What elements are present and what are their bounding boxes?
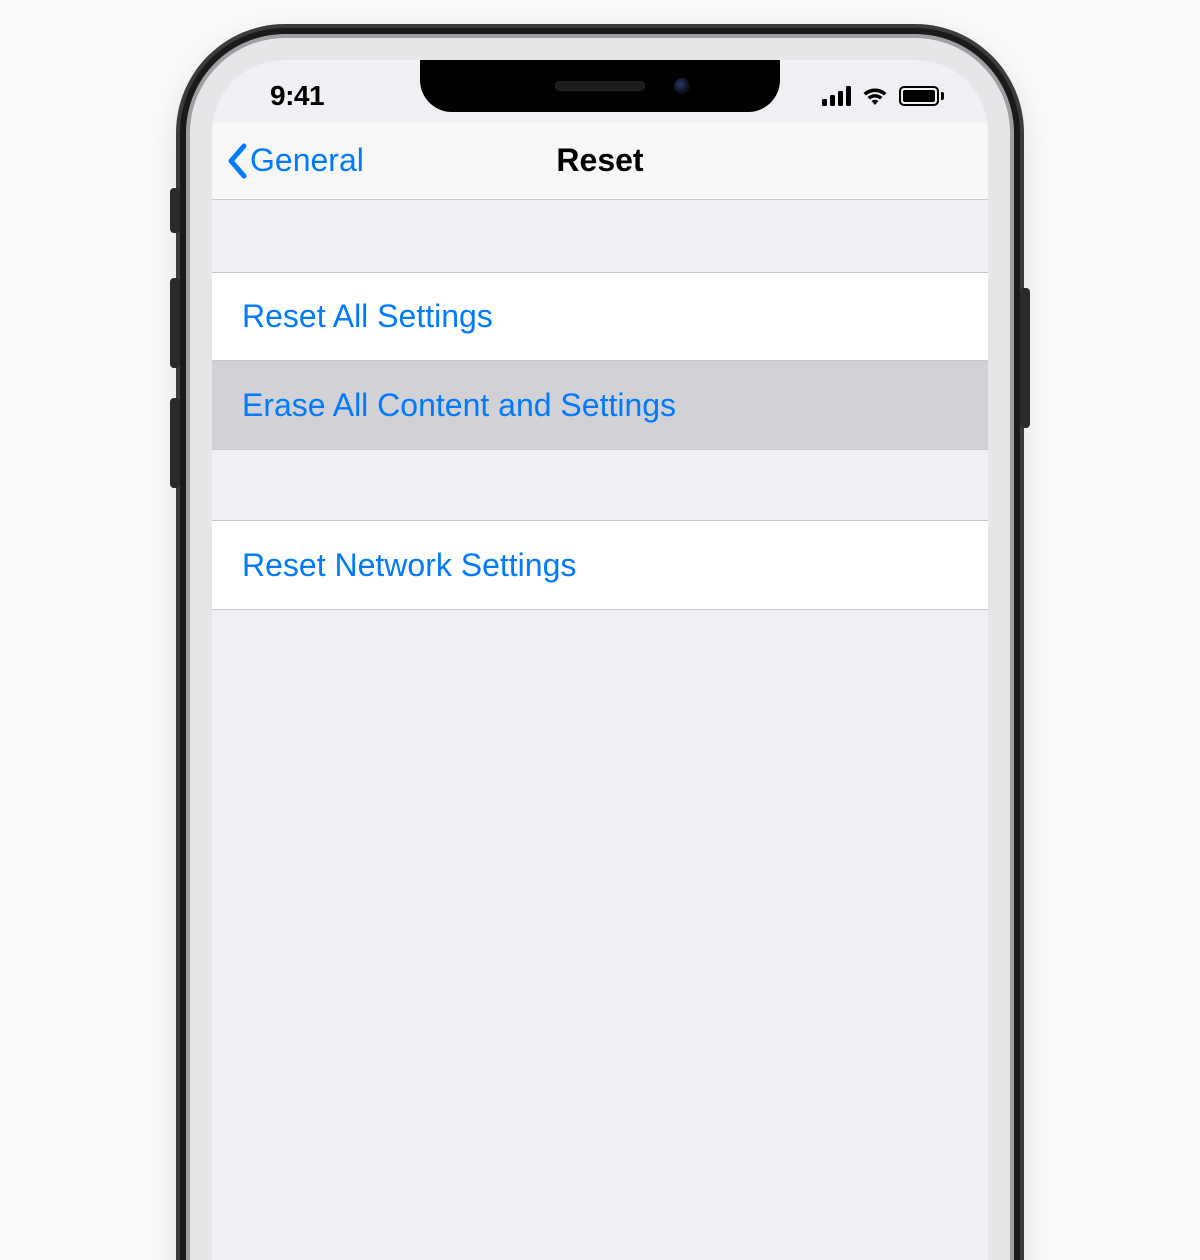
settings-group: Reset Network Settings — [212, 520, 988, 610]
settings-group: Reset All Settings Erase All Content and… — [212, 272, 988, 450]
front-camera — [674, 78, 690, 94]
status-indicators — [822, 86, 952, 106]
row-label: Reset All Settings — [242, 298, 493, 335]
battery-icon — [899, 86, 944, 106]
content-area: Reset All Settings Erase All Content and… — [212, 200, 988, 1260]
section-gap — [212, 450, 988, 520]
reset-all-settings-row[interactable]: Reset All Settings — [212, 273, 988, 361]
power-button[interactable] — [1020, 288, 1030, 428]
speaker-grille — [555, 81, 645, 91]
navigation-bar: General Reset — [212, 122, 988, 200]
wifi-icon — [861, 86, 889, 106]
volume-down-button[interactable] — [170, 398, 180, 488]
notch — [420, 60, 780, 112]
volume-up-button[interactable] — [170, 278, 180, 368]
chevron-left-icon — [226, 143, 248, 179]
screen: 9:41 — [212, 60, 988, 1260]
phone-frame: 9:41 — [190, 38, 1010, 1260]
back-button[interactable]: General — [212, 142, 364, 179]
erase-all-content-row[interactable]: Erase All Content and Settings — [212, 361, 988, 449]
status-time: 9:41 — [248, 80, 324, 112]
mute-switch[interactable] — [170, 188, 180, 233]
reset-network-settings-row[interactable]: Reset Network Settings — [212, 521, 988, 609]
section-spacer — [212, 200, 988, 272]
row-label: Erase All Content and Settings — [242, 387, 676, 424]
cellular-signal-icon — [822, 86, 851, 106]
back-label: General — [250, 142, 364, 179]
row-label: Reset Network Settings — [242, 547, 576, 584]
